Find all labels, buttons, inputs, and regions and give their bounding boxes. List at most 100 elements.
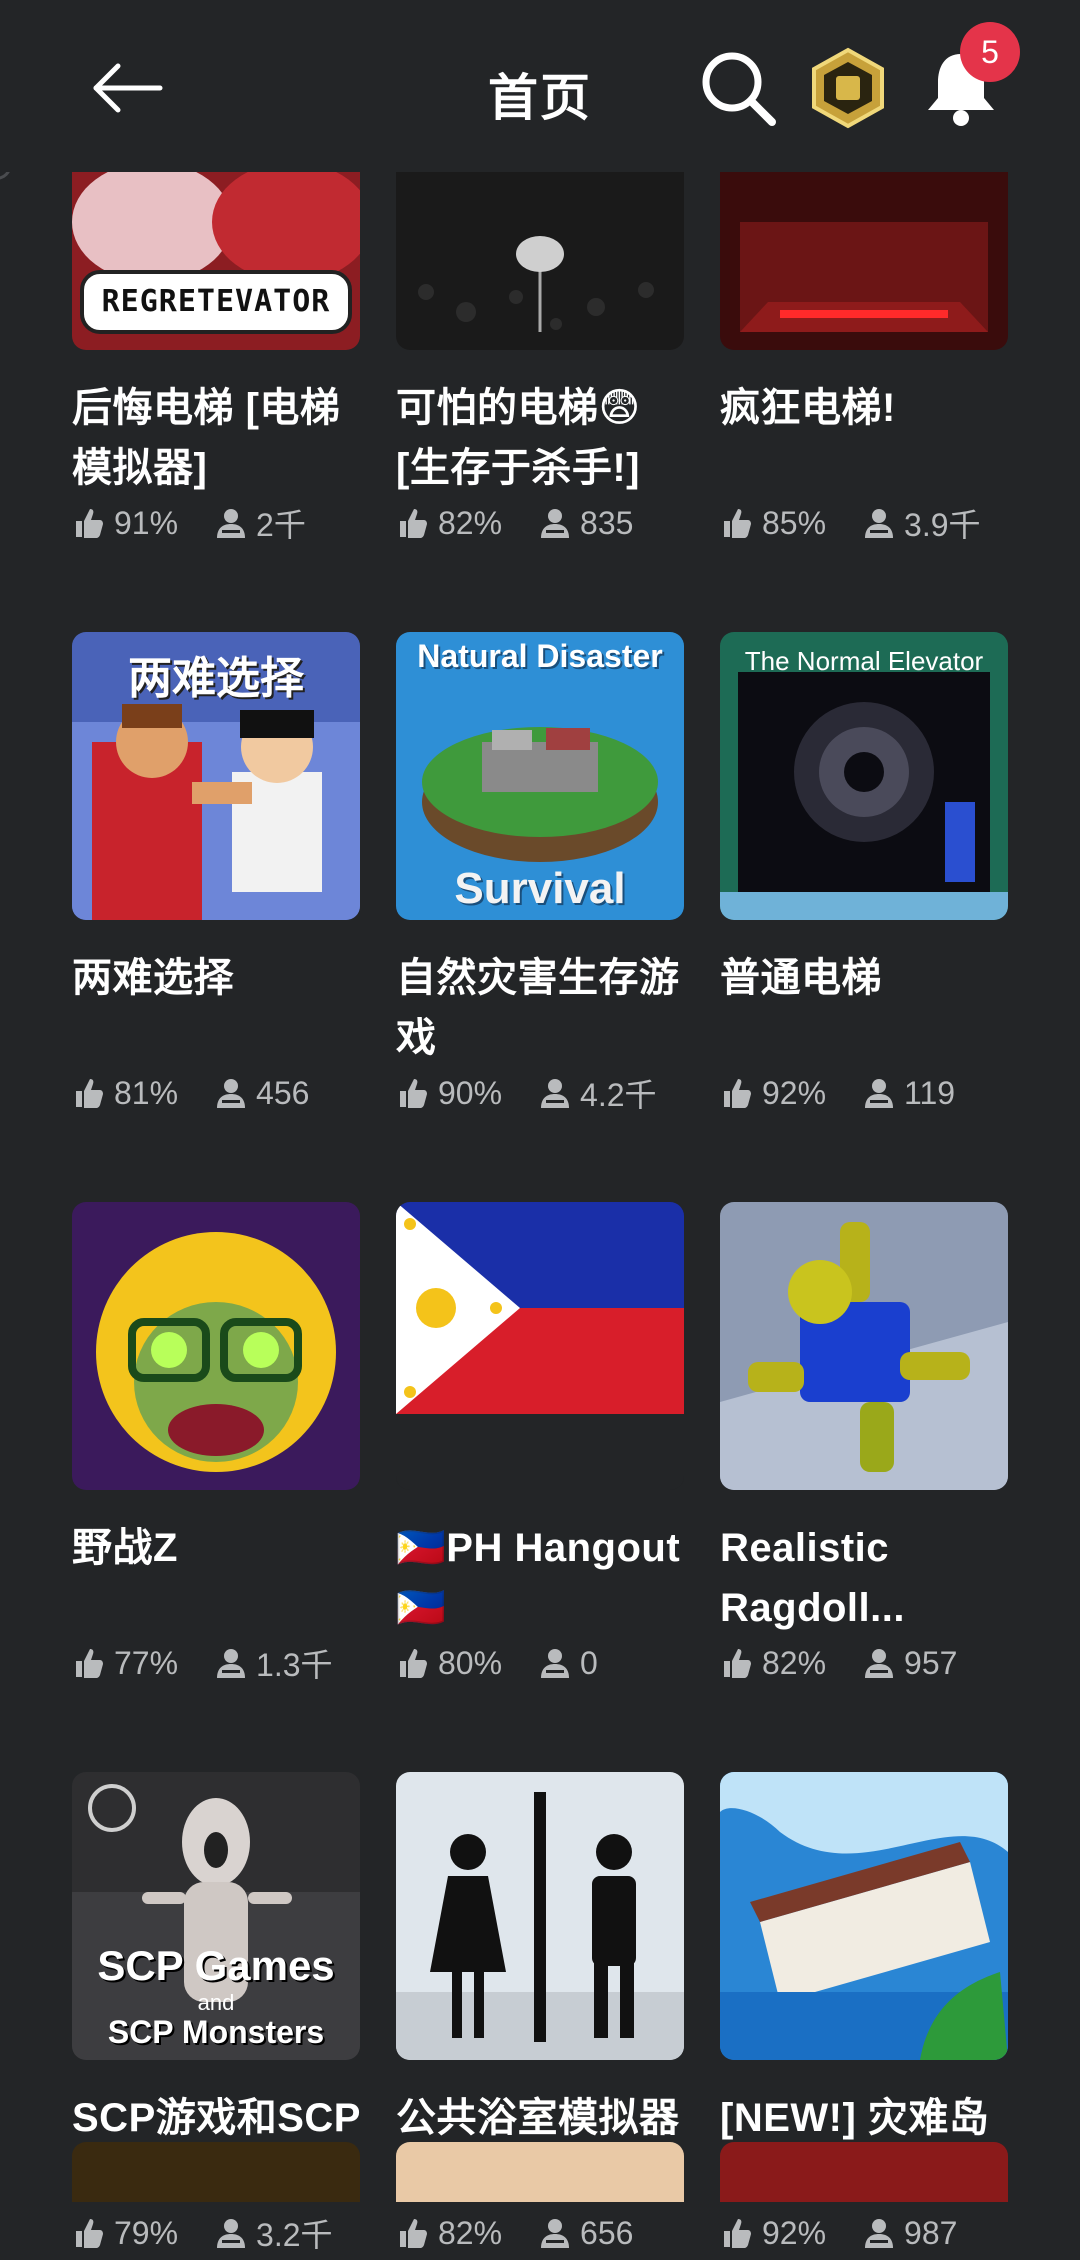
game-title: 疯狂电梯!: [720, 386, 896, 430]
top-bar: 首页 5: [0, 0, 1080, 172]
game-thumbnail-partial[interactable]: [396, 2142, 684, 2202]
game-rating: 92%: [762, 1074, 827, 1111]
game-title: 自然灾害生存游戏: [396, 956, 680, 1060]
thumbs-up-icon: [76, 2219, 103, 2248]
game-thumbnail: [72, 1202, 360, 1490]
game-thumbnail: REGRETEVATOR: [72, 172, 360, 350]
thumbnail-top-text: Natural Disaster: [417, 638, 663, 674]
game-title: 🇵🇭PH Hangout🇵🇭: [396, 1526, 681, 1630]
game-card[interactable]: The Normal Elevator 普通电梯 92% 119: [720, 632, 1010, 1118]
thumbs-up-icon: [724, 509, 751, 538]
game-thumbnail: [720, 172, 1008, 350]
thumbnail-logo-text: The Normal Elevator: [744, 646, 984, 676]
game-thumbnail-partial[interactable]: [72, 2142, 360, 2202]
game-stats: 79% 3.2千: [72, 2208, 362, 2258]
thumbs-up-icon: [76, 1649, 103, 1678]
robux-button[interactable]: [806, 46, 890, 130]
game-card[interactable]: 可怕的电梯😨[生存于杀手!] 82% 835: [396, 172, 686, 548]
game-players: 1.3千: [256, 1647, 333, 1683]
game-stats: 82% 957: [720, 1638, 1010, 1688]
game-thumbnail: The Normal Elevator: [720, 632, 1008, 920]
game-title: 普通电梯: [720, 956, 882, 1000]
game-players: 2千: [256, 507, 306, 543]
game-card[interactable]: 两难选择 两难选择 81% 456: [72, 632, 362, 1118]
game-stats: 85% 3.9千: [720, 498, 1010, 548]
player-count-icon: [217, 509, 246, 538]
player-count-icon: [217, 1079, 246, 1108]
player-count-icon: [217, 1649, 246, 1678]
thumbs-up-icon: [724, 2219, 751, 2248]
game-stats: 82% 656: [396, 2208, 686, 2258]
game-thumbnail: [396, 1772, 684, 2060]
game-players: 957: [904, 1644, 958, 1681]
game-players: 4.2千: [580, 1077, 657, 1113]
player-count-icon: [217, 2219, 246, 2248]
game-players: 987: [904, 2214, 958, 2251]
game-rating: 85%: [762, 504, 827, 541]
game-stats: 92% 987: [720, 2208, 1010, 2258]
game-thumbnail-partial[interactable]: [720, 2142, 1008, 2202]
game-rating: 77%: [114, 1644, 179, 1681]
game-card[interactable]: REGRETEVATOR 后悔电梯 [电梯模拟器] 91% 2千: [72, 172, 362, 548]
thumbnail-text-1: SCP Games: [97, 1942, 335, 1989]
game-players: 119: [904, 1074, 956, 1111]
game-rating: 82%: [762, 1644, 827, 1681]
thumbs-up-icon: [400, 509, 427, 538]
game-rating: 82%: [438, 504, 503, 541]
game-card[interactable]: 疯狂电梯! 85% 3.9千: [720, 172, 1010, 548]
game-stats: 90% 4.2千: [396, 1068, 686, 1118]
game-card[interactable]: 🇵🇭PH Hangout🇵🇭 80% 0: [396, 1202, 686, 1688]
game-thumbnail: [720, 1202, 1008, 1490]
thumbs-up-icon: [724, 1649, 751, 1678]
thumbnail-bottom-text: Survival: [454, 864, 626, 913]
game-title: 可怕的电梯😨[生存于杀手!]: [396, 386, 641, 490]
game-players: 456: [256, 1074, 310, 1111]
notification-badge: 5: [960, 22, 1020, 82]
game-title: 两难选择: [72, 956, 234, 1000]
game-title: 后悔电梯 [电梯模拟器]: [72, 386, 341, 490]
game-stats: 77% 1.3千: [72, 1638, 362, 1688]
thumbnail-logo-text: REGRETEVATOR: [101, 284, 331, 319]
thumbs-up-icon: [724, 1079, 751, 1108]
game-rating: 91%: [114, 504, 179, 541]
game-thumbnail: [720, 1772, 1008, 2060]
game-title: 野战Z: [72, 1526, 178, 1570]
game-rating: 79%: [114, 2214, 179, 2251]
game-rating: 80%: [438, 1644, 503, 1681]
games-scroll-area[interactable]: REGRETEVATOR 后悔电梯 [电梯模拟器] 91% 2千 可怕的电梯😨[…: [0, 172, 1080, 2260]
player-count-icon: [865, 1649, 894, 1678]
game-title: Realistic Ragdoll...: [720, 1526, 905, 1630]
game-stats: 92% 119: [720, 1068, 1010, 1118]
game-players: 656: [580, 2214, 634, 2251]
game-thumbnail: Natural Disaster Survival: [396, 632, 684, 920]
thumbnail-text-3: SCP Monsters: [107, 2014, 325, 2050]
game-rating: 82%: [438, 2214, 503, 2251]
game-rating: 90%: [438, 1074, 503, 1111]
game-thumbnail: SCP Games and SCP Monsters: [72, 1772, 360, 2060]
game-thumbnail: 两难选择: [72, 632, 360, 920]
game-stats: 91% 2千: [72, 498, 362, 548]
thumbs-up-icon: [76, 1079, 103, 1108]
thumbnail-text-2: and: [197, 1990, 235, 2015]
game-stats: 81% 456: [72, 1068, 362, 1118]
game-players: 0: [580, 1644, 598, 1681]
game-thumbnail: [396, 172, 684, 350]
player-count-icon: [865, 1079, 894, 1108]
game-card[interactable]: Natural Disaster Survival 自然灾害生存游戏 90% 4…: [396, 632, 686, 1118]
game-rating: 92%: [762, 2214, 827, 2251]
game-players: 3.2千: [256, 2217, 333, 2253]
player-count-icon: [541, 1649, 570, 1678]
player-count-icon: [541, 2219, 570, 2248]
game-players: 835: [580, 504, 634, 541]
thumbs-up-icon: [400, 1649, 427, 1678]
search-button[interactable]: [696, 46, 780, 130]
game-stats: 82% 835: [396, 498, 686, 548]
game-players: 3.9千: [904, 507, 981, 543]
player-count-icon: [865, 509, 894, 538]
thumbs-up-icon: [76, 509, 103, 538]
search-icon: [702, 52, 776, 126]
thumbnail-logo-text: 两难选择: [128, 654, 304, 703]
game-card[interactable]: 野战Z 77% 1.3千: [72, 1202, 362, 1688]
game-card[interactable]: Realistic Ragdoll... 82% 957: [720, 1202, 1010, 1688]
player-count-icon: [865, 2219, 894, 2248]
